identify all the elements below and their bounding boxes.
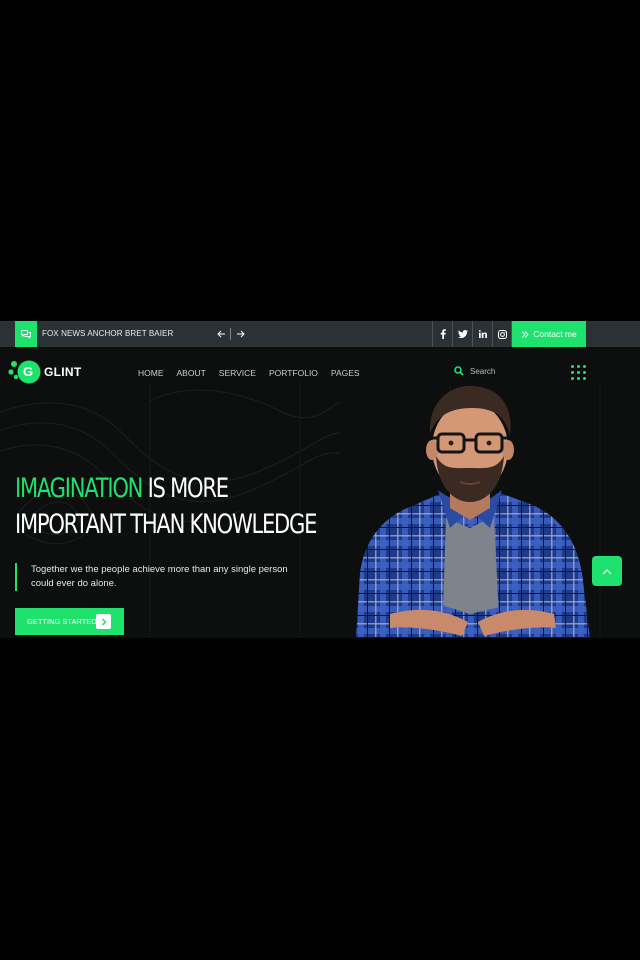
chat-icon[interactable]	[15, 321, 37, 347]
top-bar: FOX NEWS ANCHOR BRET BAIER Contact me	[0, 321, 640, 347]
nav-item-home[interactable]: HOME	[138, 367, 164, 379]
hero-headline: IMAGINATION IS MORE IMPORTANT THAN KNOWL…	[15, 471, 317, 543]
chevron-up-icon	[602, 568, 612, 574]
hero-description: Together we the people achieve more than…	[15, 563, 305, 591]
news-ticker-text[interactable]: FOX NEWS ANCHOR BRET BAIER	[42, 321, 173, 347]
main-nav: HOME ABOUT SERVICE PORTFOLIO PAGES	[138, 367, 373, 379]
double-chevron-right-icon	[521, 330, 529, 338]
nav-item-about[interactable]: ABOUT	[177, 367, 206, 379]
contact-me-button[interactable]: Contact me	[512, 321, 586, 347]
twitter-icon[interactable]	[452, 321, 472, 347]
logo-letter: G	[23, 364, 34, 379]
instagram-icon[interactable]	[492, 321, 512, 347]
ticker-arrows	[214, 326, 247, 342]
search-icon	[454, 366, 464, 376]
arrow-right-icon[interactable]	[233, 326, 247, 342]
website-viewport: FOX NEWS ANCHOR BRET BAIER Contact me G …	[0, 321, 640, 638]
nav-item-service[interactable]: SERVICE	[219, 367, 256, 379]
headline-line-1-rest: IS MORE	[142, 473, 229, 504]
search-input[interactable]: Search	[470, 367, 495, 376]
hero-person-image	[356, 385, 590, 638]
search-box[interactable]: Search	[454, 366, 495, 376]
headline-line-2: IMPORTANT THAN KNOWLEDGE	[15, 509, 317, 540]
divider	[230, 328, 231, 340]
logo-mark-icon: G	[8, 359, 42, 385]
logo-text: GLINT	[44, 365, 82, 379]
scroll-to-top-button[interactable]	[592, 556, 622, 586]
logo[interactable]: G GLINT	[8, 359, 82, 385]
linkedin-icon[interactable]	[472, 321, 492, 347]
getting-started-label: GETTING STARTED	[27, 617, 97, 626]
chevron-right-icon	[96, 614, 111, 629]
contact-me-label: Contact me	[533, 329, 577, 339]
facebook-icon[interactable]	[432, 321, 452, 347]
nav-item-portfolio[interactable]: PORTFOLIO	[269, 367, 318, 379]
arrow-left-icon[interactable]	[214, 326, 228, 342]
getting-started-button[interactable]: GETTING STARTED	[15, 608, 124, 635]
headline-highlight: IMAGINATION	[15, 473, 143, 504]
social-links	[432, 321, 512, 347]
